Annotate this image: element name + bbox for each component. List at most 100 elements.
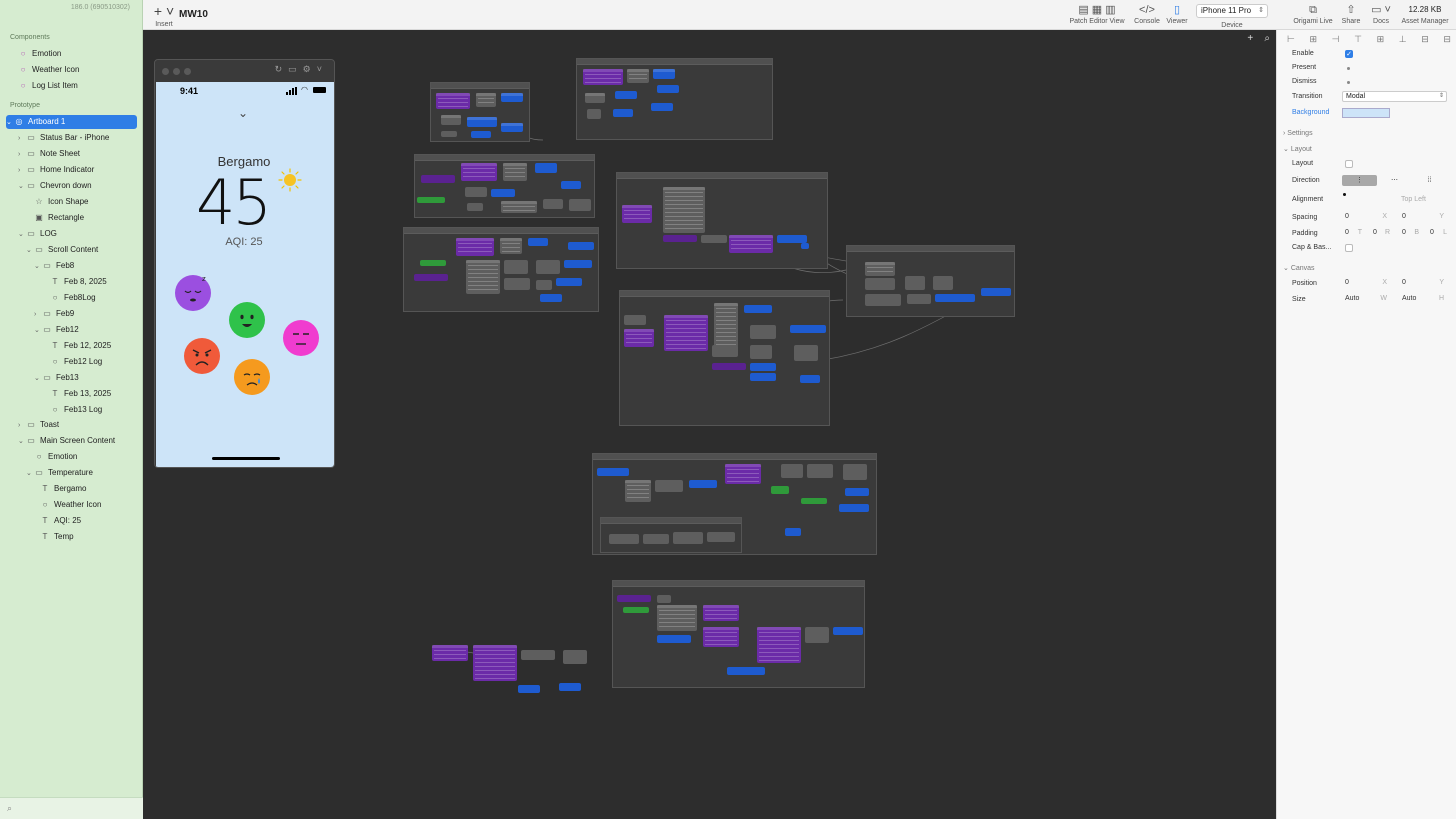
layer-feb8-log[interactable]: ○ Feb8Log bbox=[50, 291, 138, 305]
viewer-button[interactable]: ▯ Viewer bbox=[1165, 4, 1189, 25]
patch-node[interactable] bbox=[556, 278, 582, 286]
padding-top-field[interactable]: 0T bbox=[1343, 228, 1363, 238]
size-width-field[interactable]: Auto W bbox=[1343, 294, 1389, 304]
chevron-down-icon[interactable]: ⌄ bbox=[34, 372, 42, 386]
alignment-grid[interactable] bbox=[1343, 193, 1365, 203]
dismiss-port[interactable] bbox=[1347, 81, 1350, 84]
patch-node[interactable] bbox=[845, 488, 869, 496]
emotion-neutral[interactable] bbox=[283, 320, 319, 356]
patch-group[interactable] bbox=[600, 517, 742, 553]
chevron-down-icon[interactable]: ⌄ bbox=[26, 244, 34, 258]
insert-button[interactable]: + ˅ Insert bbox=[152, 4, 176, 28]
patch-node[interactable] bbox=[609, 534, 639, 544]
share-button[interactable]: ⇧ Share bbox=[1340, 4, 1362, 25]
patch-node[interactable] bbox=[785, 528, 801, 536]
patch-node[interactable] bbox=[800, 375, 820, 383]
patch-node[interactable] bbox=[729, 235, 773, 253]
chevron-down-icon[interactable]: ⌄ bbox=[18, 435, 26, 449]
patch-group[interactable] bbox=[403, 227, 599, 312]
patch-node[interactable] bbox=[466, 260, 500, 294]
patch-node[interactable] bbox=[536, 280, 552, 290]
padding-right-field[interactable]: 0R bbox=[1371, 228, 1391, 238]
patch-node[interactable] bbox=[905, 276, 925, 290]
enable-checkbox[interactable]: ✓ bbox=[1345, 50, 1353, 58]
patch-node[interactable] bbox=[712, 345, 738, 357]
patch-node[interactable] bbox=[655, 480, 683, 492]
layer-weather-icon[interactable]: ○ Weather Icon bbox=[40, 498, 138, 512]
chevron-down-icon[interactable]: ⌄ bbox=[18, 180, 26, 194]
patch-node[interactable] bbox=[781, 464, 803, 478]
patch-node[interactable] bbox=[504, 278, 530, 290]
chevron-down-icon[interactable]: ⌄ bbox=[18, 228, 26, 242]
patch-node[interactable] bbox=[750, 363, 776, 371]
patch-node[interactable] bbox=[625, 480, 651, 502]
layer-icon-shape[interactable]: ☆ Icon Shape bbox=[34, 195, 138, 209]
cap-baseline-checkbox[interactable] bbox=[1345, 244, 1353, 252]
chevron-down-icon[interactable]: ˅ bbox=[317, 64, 328, 74]
chevron-right-icon[interactable]: › bbox=[18, 164, 26, 178]
layout-checkbox[interactable] bbox=[1345, 160, 1353, 168]
component-emotion[interactable]: ○ Emotion bbox=[18, 47, 138, 61]
window-minimize-dot[interactable] bbox=[173, 68, 180, 75]
patch-node[interactable] bbox=[651, 103, 673, 111]
patch-node[interactable] bbox=[624, 315, 646, 325]
patch-node[interactable] bbox=[865, 278, 895, 290]
patch-canvas[interactable]: + ⌕ ↻▭⚙˅ 9:41 ◠ ⌄ Bergamo 45 AQI: 25 z bbox=[143, 30, 1276, 819]
distribute-v-icon[interactable]: ⊟ bbox=[1443, 33, 1451, 45]
patch-node[interactable] bbox=[471, 131, 491, 138]
patch-node[interactable] bbox=[712, 363, 746, 370]
align-top-icon[interactable]: ⊤ bbox=[1354, 33, 1362, 45]
camera-icon[interactable]: ▭ bbox=[288, 64, 303, 74]
patch-node[interactable] bbox=[657, 595, 671, 603]
patch-node[interactable] bbox=[559, 683, 581, 691]
align-center-v-icon[interactable]: ⊞ bbox=[1377, 33, 1385, 45]
chevron-right-icon[interactable]: › bbox=[34, 308, 42, 322]
patch-node[interactable] bbox=[624, 329, 654, 347]
emotion-sad[interactable] bbox=[234, 359, 270, 395]
patch-node[interactable] bbox=[833, 627, 863, 635]
patch-node[interactable] bbox=[627, 69, 649, 83]
patch-node[interactable] bbox=[568, 242, 594, 250]
layer-emotion[interactable]: ○ Emotion bbox=[34, 450, 138, 464]
patch-node[interactable] bbox=[504, 260, 528, 274]
patch-node[interactable] bbox=[701, 235, 727, 243]
patch-node[interactable] bbox=[673, 532, 703, 544]
patch-editor-view-button[interactable]: ▤ ▦ ▥ Patch Editor View bbox=[1069, 4, 1125, 25]
patch-node[interactable] bbox=[935, 294, 975, 302]
patch-node[interactable] bbox=[441, 115, 461, 125]
canvas-section[interactable]: ⌄ Canvas bbox=[1283, 264, 1315, 272]
vertical-direction-icon[interactable]: ⋮ bbox=[1342, 175, 1377, 186]
align-bottom-icon[interactable]: ⊥ bbox=[1399, 33, 1407, 45]
patch-node[interactable] bbox=[703, 605, 739, 621]
layer-toast[interactable]: › ▭ Toast bbox=[18, 418, 138, 432]
patch-node[interactable] bbox=[663, 187, 705, 233]
patch-node[interactable] bbox=[473, 645, 517, 681]
patch-group[interactable] bbox=[846, 245, 1015, 317]
patch-node[interactable] bbox=[436, 93, 470, 109]
patch-node[interactable] bbox=[907, 294, 931, 304]
padding-left-field[interactable]: 0L bbox=[1428, 228, 1448, 238]
layer-feb13-date[interactable]: T Feb 13, 2025 bbox=[50, 387, 138, 401]
layer-feb12[interactable]: ⌄ ▭ Feb12 bbox=[34, 323, 138, 337]
patch-node[interactable] bbox=[465, 187, 487, 197]
patch-node[interactable] bbox=[421, 175, 455, 183]
patch-node[interactable] bbox=[561, 181, 581, 189]
layout-section[interactable]: ⌄ Layout bbox=[1283, 145, 1312, 153]
patch-node[interactable] bbox=[501, 201, 537, 213]
patch-node[interactable] bbox=[865, 262, 895, 276]
patch-node[interactable] bbox=[727, 667, 765, 675]
layer-feb13[interactable]: ⌄ ▭ Feb13 bbox=[34, 371, 138, 385]
patch-node[interactable] bbox=[615, 91, 637, 99]
distribute-h-icon[interactable]: ⊟ bbox=[1421, 33, 1429, 45]
spacing-x-field[interactable]: 0X bbox=[1343, 212, 1389, 222]
patch-node[interactable] bbox=[587, 109, 601, 119]
patch-node[interactable] bbox=[771, 486, 789, 494]
layer-feb9[interactable]: › ▭ Feb9 bbox=[34, 307, 138, 321]
patch-node[interactable] bbox=[750, 325, 776, 339]
add-icon[interactable]: + bbox=[1247, 33, 1253, 44]
patch-node[interactable] bbox=[801, 243, 809, 249]
layer-home-indicator[interactable]: › ▭ Home Indicator bbox=[18, 163, 138, 177]
layer-log[interactable]: ⌄ ▭ LOG bbox=[18, 227, 138, 241]
patch-node[interactable] bbox=[500, 238, 522, 254]
layer-feb13-log[interactable]: ○ Feb13 Log bbox=[50, 403, 138, 417]
